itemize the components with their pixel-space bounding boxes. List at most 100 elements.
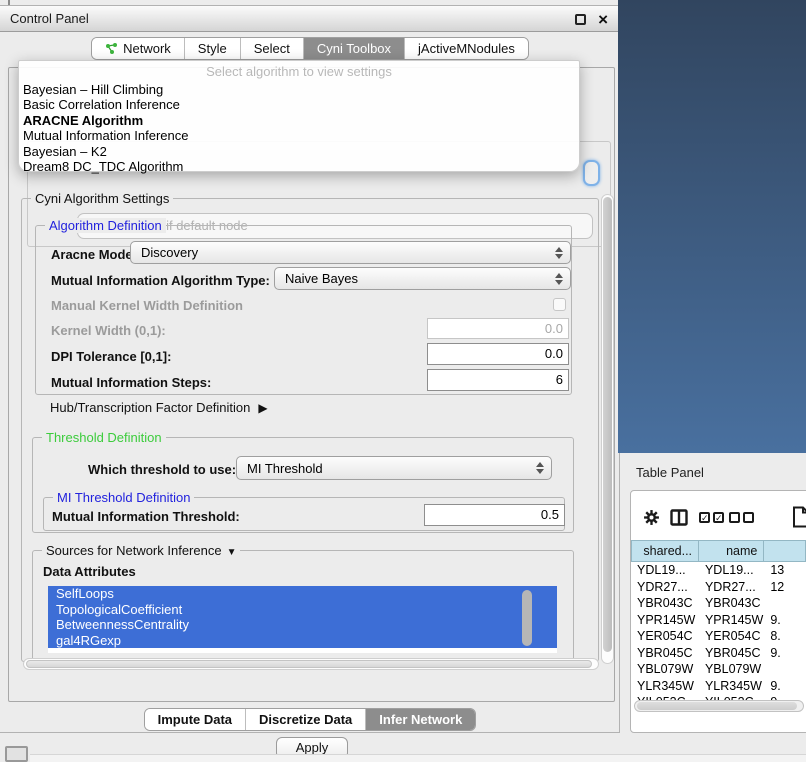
aracne-mode-label: Aracne Mode:: [51, 247, 137, 262]
bottom-tabbar: Impute Data Discretize Data Infer Network: [0, 708, 620, 731]
manual-kernel-checkbox[interactable]: [553, 298, 566, 311]
threshold-definition-group: Threshold Definition Which threshold to …: [32, 437, 574, 533]
deselect-all-checkboxes-icon[interactable]: [729, 512, 757, 530]
gear-icon[interactable]: [643, 509, 660, 531]
algorithm-option-mutual-information-inference[interactable]: Mutual Information Inference: [19, 128, 579, 143]
cyni-algorithm-settings-title: Cyni Algorithm Settings: [31, 191, 173, 206]
tab-impute-data[interactable]: Impute Data: [145, 709, 245, 730]
table-row[interactable]: YLR345WYLR345W9.: [631, 678, 806, 695]
top-tabs: Network Style Select Cyni Toolbox jActiveMNo…: [91, 37, 529, 60]
mi-threshold-definition-group: MI Threshold Definition Mutual Informati…: [43, 497, 565, 531]
column-header-name[interactable]: name: [699, 540, 764, 562]
collapse-down-icon[interactable]: ▼: [227, 547, 237, 558]
table-hscroll-thumb[interactable]: [637, 702, 797, 710]
tab-infer-network[interactable]: Infer Network: [365, 709, 475, 730]
new-file-icon[interactable]: [792, 506, 806, 533]
algorithm-option-basic-correlation-inference[interactable]: Basic Correlation Inference: [19, 97, 579, 112]
hub-section-label: Hub/Transcription Factor Definition: [50, 400, 250, 415]
settings-vscroll-thumb[interactable]: [603, 197, 612, 652]
algorithm-option-aracne-algorithm[interactable]: ARACNE Algorithm: [19, 113, 579, 128]
aracne-mode-combo[interactable]: Discovery: [130, 241, 571, 264]
float-window-icon[interactable]: [575, 14, 586, 25]
table-cell: YER054C: [699, 628, 764, 645]
column-header-col2[interactable]: [764, 540, 806, 562]
close-icon[interactable]: ×: [598, 7, 608, 33]
table-cell: 8.: [764, 628, 806, 645]
algorithm-option-dream8-dc-tdc-algorithm[interactable]: Dream8 DC_TDC Algorithm: [19, 159, 579, 174]
control-panel-titlebar[interactable]: Control Panel ×: [0, 6, 619, 32]
table-cell: YLR345W: [631, 678, 699, 695]
table-cell: YPR145W: [631, 612, 699, 629]
focused-spinner[interactable]: [583, 160, 600, 186]
sources-title[interactable]: Sources for Network Inference▼: [42, 543, 240, 560]
kernel-width-field[interactable]: 0.0: [427, 318, 569, 339]
data-attribute-option-topologicalcoefficient[interactable]: TopologicalCoefficient: [48, 602, 557, 618]
mi-threshold-label: Mutual Information Threshold:: [52, 509, 240, 524]
tab-label: jActiveMNodules: [418, 41, 515, 56]
tab-jactivemnodules[interactable]: jActiveMNodules: [404, 38, 528, 59]
status-bar: [30, 754, 806, 762]
mi-threshold-field[interactable]: 0.5: [424, 504, 565, 526]
stepper-arrows-icon: [555, 272, 563, 286]
table-panel-title: Table Panel: [636, 465, 704, 480]
settings-vertical-scrollbar[interactable]: [601, 194, 614, 664]
which-threshold-combo[interactable]: MI Threshold: [236, 456, 552, 480]
network-icon: [105, 42, 118, 55]
tab-label: Cyni Toolbox: [317, 41, 391, 56]
settings-horizontal-scrollbar[interactable]: [23, 658, 599, 670]
select-all-checkboxes-icon[interactable]: ✓✓: [699, 512, 727, 530]
manual-kernel-label: Manual Kernel Width Definition: [51, 298, 243, 313]
table-row[interactable]: YPR145WYPR145W9.: [631, 612, 806, 629]
control-panel-window: Control Panel × Network Style Select Cyni T…: [0, 5, 620, 733]
column-header-shared[interactable]: shared...: [631, 540, 699, 562]
table-row[interactable]: YBR045CYBR045C9.: [631, 645, 806, 662]
table-horizontal-scrollbar[interactable]: [634, 700, 804, 712]
table-row[interactable]: YDL19...YDL19...13: [631, 562, 806, 579]
table-cell: YDL19...: [699, 562, 764, 579]
mi-type-combo[interactable]: Naive Bayes: [274, 267, 571, 290]
tab-select[interactable]: Select: [240, 38, 303, 59]
mi-steps-field[interactable]: 6: [427, 369, 569, 391]
table-row[interactable]: YER054CYER054C8.: [631, 628, 806, 645]
table-row[interactable]: YBL079WYBL079W: [631, 661, 806, 678]
cytoscape-desktop: GALGAL80GAL10GAL1GAL11SWI4GAL4GCY1HAP4YH…: [618, 0, 806, 453]
data-attribute-option-selfloops[interactable]: SelfLoops: [48, 586, 557, 602]
cyni-algorithm-settings-group: Cyni Algorithm Settings Algorithm Defini…: [21, 198, 599, 662]
tab-label: Discretize Data: [259, 712, 352, 727]
table-cell: 9.: [764, 612, 806, 629]
algorithm-popup-header: Select algorithm to view settings: [19, 64, 579, 82]
tab-network[interactable]: Network: [92, 38, 184, 59]
table-cell: YBR045C: [631, 645, 699, 662]
dpi-tolerance-field[interactable]: 0.0: [427, 343, 569, 365]
table-cell: YDR27...: [699, 579, 764, 596]
tab-label: Network: [123, 41, 171, 56]
tab-discretize-data[interactable]: Discretize Data: [245, 709, 365, 730]
data-attributes-list[interactable]: SelfLoopsTopologicalCoefficientBetweenne…: [48, 586, 557, 653]
algorithm-popup: Select algorithm to view settings Bayesi…: [18, 60, 580, 172]
table-row[interactable]: YBR043CYBR043C: [631, 595, 806, 612]
data-attribute-option-betweennesscentrality[interactable]: BetweennessCentrality: [48, 617, 557, 633]
tab-cyni-toolbox[interactable]: Cyni Toolbox: [303, 38, 404, 59]
table-header-row: shared...name: [631, 540, 806, 562]
attributes-list-scrollbar[interactable]: [522, 590, 532, 646]
mi-type-label: Mutual Information Algorithm Type:: [51, 273, 270, 288]
mi-steps-label: Mutual Information Steps:: [51, 375, 211, 390]
collapsed-panel-icon[interactable]: [5, 746, 28, 762]
which-threshold-label: Which threshold to use:: [88, 462, 236, 477]
tab-label: Impute Data: [158, 712, 232, 727]
tab-label: Select: [254, 41, 290, 56]
expand-right-icon[interactable]: ▶: [258, 401, 267, 415]
algorithm-definition-title: Algorithm Definition: [45, 218, 166, 233]
columns-icon[interactable]: [670, 509, 688, 531]
algorithm-option-bayesian-hill-climbing[interactable]: Bayesian – Hill Climbing: [19, 82, 579, 97]
hub-section-row[interactable]: Hub/Transcription Factor Definition ▶: [50, 400, 268, 415]
tab-style[interactable]: Style: [184, 38, 240, 59]
data-attribute-option-gal4rgexp[interactable]: gal4RGexp: [48, 633, 557, 649]
tab-label: Style: [198, 41, 227, 56]
settings-hscroll-thumb[interactable]: [26, 660, 592, 668]
table-cell: 9.: [764, 645, 806, 662]
table-row[interactable]: YDR27...YDR27...12: [631, 579, 806, 596]
algorithm-option-bayesian-k2[interactable]: Bayesian – K2: [19, 144, 579, 159]
table-cell: 12: [764, 579, 806, 596]
table-cell: YDR27...: [631, 579, 699, 596]
